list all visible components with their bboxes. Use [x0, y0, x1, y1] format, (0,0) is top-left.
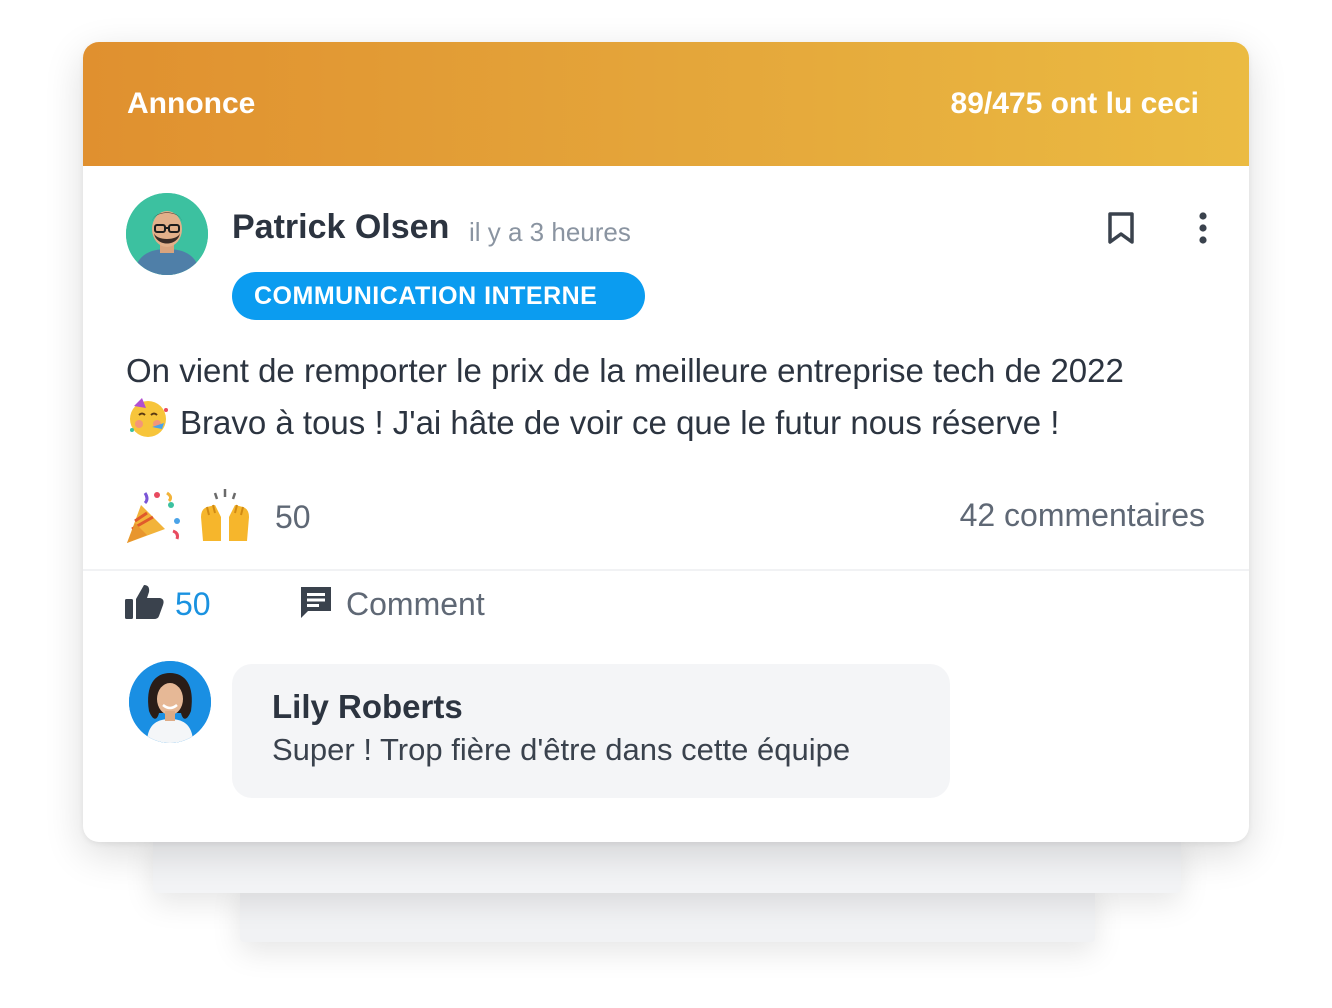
raising-hands-emoji [195, 487, 255, 547]
post-timestamp: il y a 3 heures [469, 217, 631, 247]
post-body-line-2: Bravo à tous ! J'ai hâte de voir ce que … [180, 404, 1060, 441]
action-divider [83, 569, 1249, 571]
category-tag[interactable]: COMMUNICATION INTERNE [232, 272, 645, 320]
banner-label: Annonce [127, 87, 256, 120]
commenter-name[interactable]: Lily Roberts [272, 688, 950, 726]
like-button[interactable]: 50 [125, 582, 211, 626]
comments-count[interactable]: 42 commentaires [960, 497, 1205, 534]
thumbs-up-icon [125, 583, 165, 626]
author-avatar[interactable] [126, 193, 208, 275]
reaction-count: 50 [275, 498, 311, 535]
comment-bubble: Lily Roberts Super ! Trop fière d'être d… [232, 664, 950, 798]
bookmark-icon[interactable] [1101, 208, 1141, 248]
party-popper-emoji [123, 487, 183, 547]
post-body: On vient de remporter le prix de la meil… [126, 346, 1216, 454]
commenter-avatar[interactable] [129, 661, 211, 743]
post-body-line-2-row: Bravo à tous ! J'ai hâte de voir ce que … [126, 396, 1216, 454]
comment-button[interactable]: Comment [298, 582, 485, 626]
announcement-card: Annonce 89/475 ont lu ceci Patrick Olsen… [83, 42, 1249, 842]
like-count: 50 [175, 585, 211, 622]
read-status[interactable]: 89/475 ont lu ceci [951, 87, 1199, 121]
more-vertical-icon[interactable] [1188, 208, 1218, 248]
reactions-summary[interactable]: 50 [123, 482, 311, 552]
comment-text: Super ! Trop fière d'être dans cette équ… [272, 732, 851, 767]
feed-stage: Annonce 89/475 ont lu ceci Patrick Olsen… [0, 0, 1332, 1008]
partying-face-emoji [126, 396, 170, 454]
comment-button-label: Comment [346, 585, 485, 622]
comment-icon [298, 584, 334, 625]
post-body-line-1: On vient de remporter le prix de la meil… [126, 352, 1124, 389]
author-name[interactable]: Patrick Olsen [232, 208, 449, 247]
announcement-banner: Annonce 89/475 ont lu ceci [83, 42, 1249, 166]
